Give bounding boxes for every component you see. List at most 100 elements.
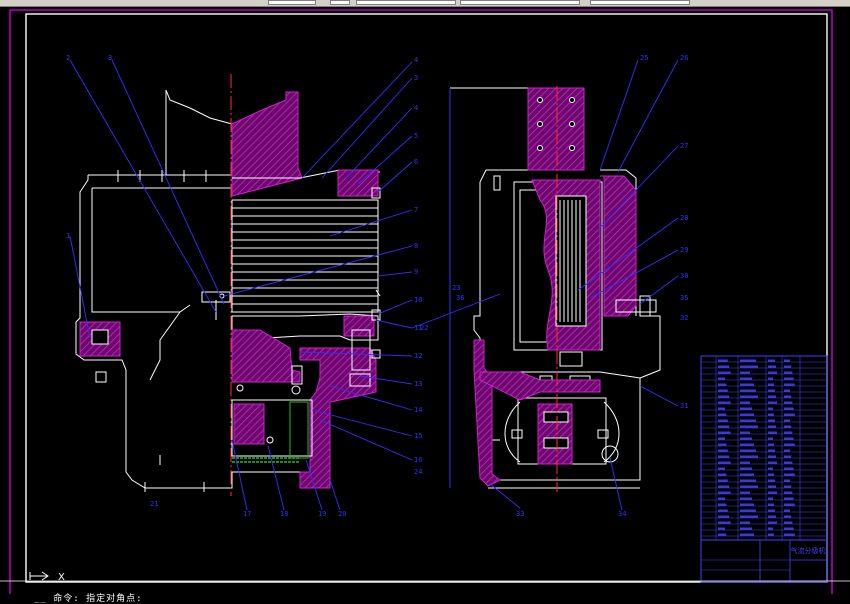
right-callout: 33 bbox=[516, 510, 524, 518]
left-callout: 12 bbox=[414, 352, 422, 360]
title-block-cell-mark bbox=[768, 443, 774, 446]
title-block-cell-mark bbox=[718, 359, 728, 362]
title-block-cell-mark bbox=[768, 377, 773, 380]
command-line-text: __ 命令: 指定对角点: bbox=[34, 594, 143, 604]
title-block-cell-mark bbox=[718, 491, 731, 494]
title-block-cell-mark bbox=[784, 491, 793, 494]
linetype-dropdown[interactable] bbox=[460, 0, 580, 5]
title-block-cell-mark bbox=[740, 455, 758, 458]
title-block-cell-mark bbox=[784, 431, 793, 434]
drawing-canvas[interactable]: 2 31434567891011121314151617 18 19 202122232… bbox=[0, 6, 850, 594]
title-block-cell-mark bbox=[768, 509, 775, 512]
right-section-hatch bbox=[473, 87, 657, 487]
title-block-cell-mark bbox=[784, 461, 793, 464]
title-block-cell-mark bbox=[768, 437, 773, 440]
title-block-cell-mark bbox=[784, 527, 794, 530]
left-callout: 16 bbox=[414, 456, 422, 464]
title-block-cell-mark bbox=[718, 515, 730, 518]
title-block-cell-mark bbox=[768, 413, 774, 416]
title-block-cell-mark bbox=[740, 413, 754, 416]
title-block-cell-mark bbox=[740, 467, 752, 470]
left-callout: 3 bbox=[414, 74, 418, 82]
left-callout: 13 bbox=[414, 380, 422, 388]
title-block-cell-mark bbox=[718, 401, 731, 404]
title-block-cell-mark bbox=[740, 437, 752, 440]
title-block-cell-mark bbox=[740, 389, 756, 392]
title-block-cell-mark bbox=[768, 359, 775, 362]
title-block-cell-mark bbox=[740, 383, 754, 386]
title-block-cell-mark bbox=[740, 515, 758, 518]
title-block-cell-mark bbox=[740, 443, 754, 446]
left-callout: 4 bbox=[414, 56, 418, 64]
title-block-cell-mark bbox=[784, 437, 794, 440]
left-callout: 24 bbox=[414, 468, 422, 476]
title-block-cell-mark bbox=[740, 503, 754, 506]
right-callout: 29 bbox=[680, 246, 688, 254]
title-block-cell-mark bbox=[768, 533, 774, 536]
title-block-cell-mark bbox=[768, 371, 777, 374]
toolbar-button[interactable] bbox=[268, 0, 316, 5]
left-callout: 18 bbox=[280, 510, 288, 518]
left-rotor-section bbox=[231, 91, 381, 489]
title-block-cell-mark bbox=[768, 473, 774, 476]
title-block-cell-mark bbox=[718, 395, 730, 398]
right-callout: 31 bbox=[680, 402, 688, 410]
title-block: 气流分级机 bbox=[700, 355, 828, 583]
title-block-cell-mark bbox=[718, 383, 727, 386]
title-block-cell-mark bbox=[768, 419, 775, 422]
title-block-cell-mark bbox=[768, 407, 773, 410]
title-block-cell-mark bbox=[740, 479, 756, 482]
title-block-cell-mark bbox=[784, 377, 794, 380]
left-callout: 5 bbox=[414, 132, 418, 140]
title-block-cell-mark bbox=[718, 365, 730, 368]
title-block-cell-mark bbox=[784, 389, 790, 392]
left-callout: 22 bbox=[420, 324, 428, 332]
title-block-cell-mark bbox=[784, 419, 790, 422]
title-block-cell-mark bbox=[768, 503, 774, 506]
lineweight-dropdown[interactable] bbox=[590, 0, 690, 5]
right-callout: 25 bbox=[640, 54, 648, 62]
title-block-cell-mark bbox=[768, 485, 776, 488]
command-line[interactable]: __ 命令: 指定对角点: bbox=[0, 594, 850, 604]
title-block-cell-mark bbox=[740, 533, 754, 536]
left-callout: 23 bbox=[452, 284, 460, 292]
title-block-cell-mark bbox=[784, 425, 792, 428]
title-block-cell-mark bbox=[740, 497, 752, 500]
right-callout: 26 bbox=[680, 54, 688, 62]
title-block-cell-mark bbox=[718, 473, 727, 476]
title-block-cell-mark bbox=[718, 407, 725, 410]
title-block-cell-mark bbox=[740, 431, 750, 434]
title-block-cell-mark bbox=[718, 509, 728, 512]
title-block-cell-mark bbox=[740, 509, 756, 512]
title-block-cell-mark bbox=[768, 425, 776, 428]
title-block-cell-mark bbox=[784, 479, 790, 482]
title-block-cell-mark bbox=[718, 497, 725, 500]
inner-frame bbox=[25, 13, 828, 583]
left-callout: 8 bbox=[414, 242, 418, 250]
title-block-cell-mark bbox=[768, 491, 777, 494]
right-callout: 30 bbox=[680, 272, 688, 280]
left-callout: 7 bbox=[414, 206, 418, 214]
toolbar-button[interactable] bbox=[330, 0, 350, 5]
left-callout: 14 bbox=[414, 406, 422, 414]
title-block-cell-mark bbox=[784, 371, 793, 374]
title-block-cell-mark bbox=[718, 521, 731, 524]
layer-dropdown[interactable] bbox=[356, 0, 456, 5]
right-callout: 34 bbox=[618, 510, 626, 518]
title-block-cell-mark bbox=[718, 467, 725, 470]
title-block-cell-mark bbox=[718, 413, 727, 416]
title-block-cell-mark bbox=[768, 497, 773, 500]
title-block-cell-mark bbox=[768, 449, 775, 452]
title-block-cell-mark bbox=[784, 413, 795, 416]
title-block-cell-mark bbox=[740, 461, 750, 464]
title-block-cell-mark bbox=[718, 377, 725, 380]
left-callout: 20 bbox=[338, 510, 346, 518]
title-block-cell-mark bbox=[740, 449, 756, 452]
title-block-cell-mark bbox=[718, 533, 727, 536]
title-block-cell-mark bbox=[718, 443, 727, 446]
title-block-cell-mark bbox=[768, 395, 776, 398]
right-callout: 28 bbox=[680, 214, 688, 222]
title-block-cell-mark bbox=[740, 485, 758, 488]
title-block-cell-mark bbox=[784, 395, 792, 398]
title-block-cell-mark bbox=[768, 455, 776, 458]
